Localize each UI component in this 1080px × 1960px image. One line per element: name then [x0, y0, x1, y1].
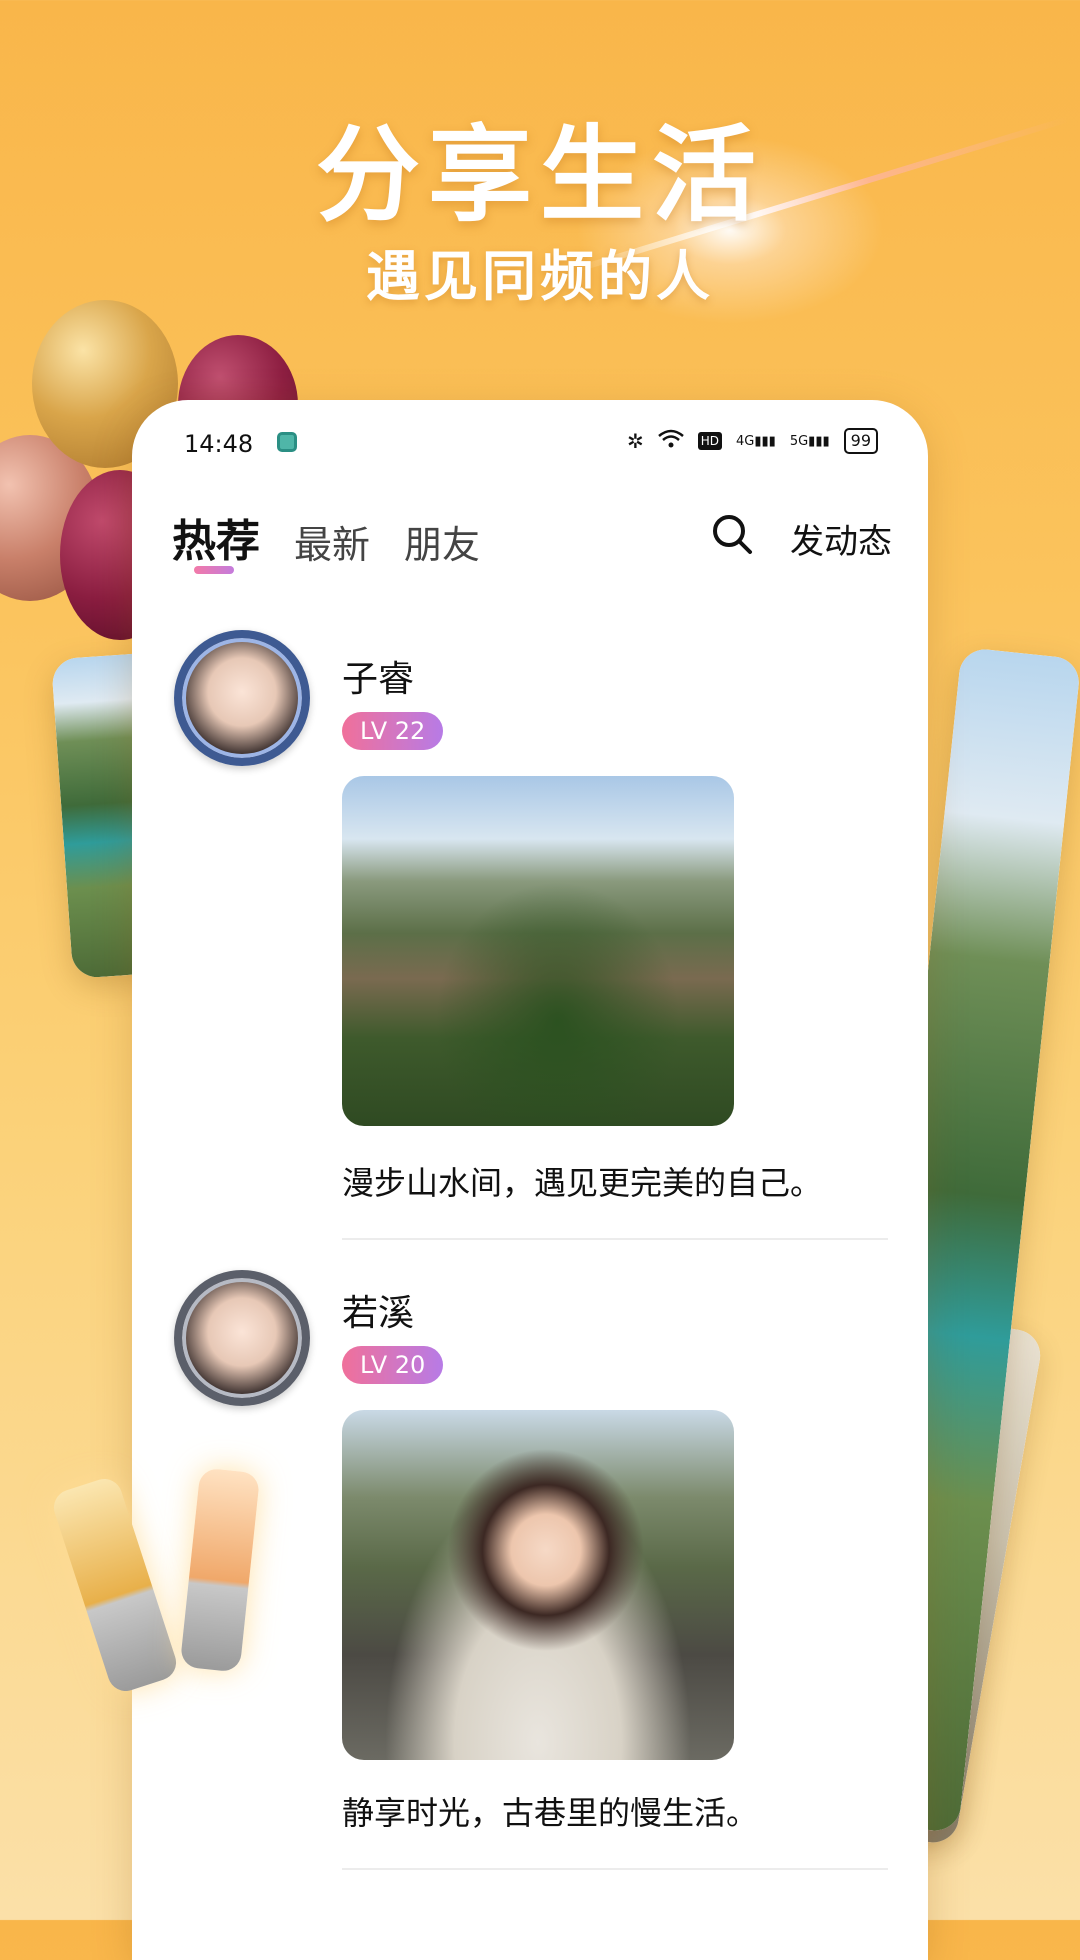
- avatar[interactable]: [174, 1270, 310, 1406]
- status-bar: 14:48 ✲ HD 4G▮▮▮ 5G▮▮▮ 99: [132, 400, 928, 490]
- wifi-icon: [657, 429, 684, 454]
- post-photo[interactable]: [342, 776, 734, 1126]
- post-caption: 静享时光，古巷里的慢生活。: [342, 1794, 759, 1832]
- post-username[interactable]: 子睿: [342, 650, 414, 702]
- promo-title: 分享生活: [315, 114, 764, 236]
- app-notification-icon: [277, 432, 297, 452]
- signal-label-2: 5G: [789, 433, 809, 449]
- tab-latest[interactable]: 最新: [294, 514, 370, 569]
- post-caption: 漫步山水间，遇见更完美的自己。: [342, 1164, 823, 1202]
- nfc-icon: ✲: [626, 429, 644, 453]
- promo-subtitle: 遇见同频的人: [366, 245, 714, 308]
- post-photo[interactable]: [342, 1410, 734, 1760]
- post-username[interactable]: 若溪: [342, 1284, 414, 1336]
- battery-icon: 99: [843, 428, 878, 454]
- tab-recommended[interactable]: 热荐: [172, 505, 260, 569]
- active-tab-indicator: [194, 566, 234, 574]
- hd-icon: HD: [697, 432, 722, 450]
- status-time: 14:48: [184, 430, 254, 458]
- phone-screen: 14:48 ✲ HD 4G▮▮▮ 5G▮▮▮ 99 热荐 最新 朋友 发动态 子…: [132, 400, 928, 1960]
- post-divider: [342, 1238, 888, 1240]
- signal-label-1: 4G: [735, 433, 755, 449]
- feed-tabs: 热荐 最新 朋友: [172, 505, 480, 569]
- signal-icon: 5G▮▮▮: [789, 433, 830, 449]
- level-badge: LV 22: [342, 712, 444, 750]
- level-badge: LV 20: [342, 1346, 444, 1384]
- post-divider: [342, 1868, 888, 1870]
- status-icons: ✲ HD 4G▮▮▮ 5G▮▮▮ 99: [627, 428, 878, 454]
- avatar[interactable]: [174, 630, 310, 766]
- tab-friends[interactable]: 朋友: [404, 514, 480, 569]
- signal-icon: 4G▮▮▮: [735, 433, 776, 449]
- search-icon[interactable]: [710, 512, 754, 556]
- post-moment-button[interactable]: 发动态: [790, 514, 892, 563]
